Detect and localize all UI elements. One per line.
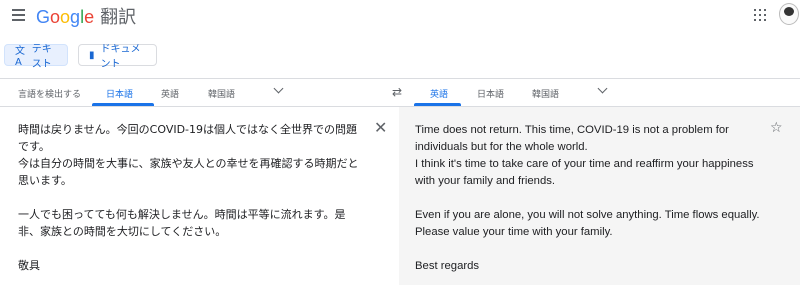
translate-icon: 文A — [15, 46, 25, 68]
language-bar: 言語を検出する 日本語 英語 韓国語 ⇄ 英語 日本語 韓国語 — [0, 79, 800, 107]
google-translate-logo[interactable]: Google 翻訳 — [36, 3, 136, 29]
translation-output: Time does not return. This time, COVID-1… — [415, 124, 760, 272]
source-more-languages-chevron-icon[interactable] — [273, 83, 284, 94]
target-pane: Time does not return. This time, COVID-1… — [399, 107, 800, 285]
source-active-underline — [92, 103, 154, 106]
swap-languages-icon[interactable]: ⇄ — [392, 85, 402, 99]
source-tab-korean[interactable]: 韓国語 — [208, 87, 235, 100]
logo-letter: o — [50, 7, 61, 27]
logo-letter: g — [70, 7, 81, 27]
target-tab-english[interactable]: 英語 — [430, 87, 448, 100]
target-active-underline — [414, 103, 461, 106]
source-text-input[interactable]: 時間は戻りません。今回のCOVID-19は個人ではなく全世界での問題です。 今は… — [18, 121, 366, 274]
translation-card: 言語を検出する 日本語 英語 韓国語 ⇄ 英語 日本語 韓国語 時間は戻りません… — [0, 78, 800, 285]
text-mode-label: テキスト — [31, 44, 52, 70]
logo-letter: G — [36, 7, 51, 27]
document-mode-label: ドキュメント — [100, 44, 141, 70]
save-translation-star-icon[interactable]: ☆ — [770, 120, 783, 136]
target-tab-japanese[interactable]: 日本語 — [477, 87, 504, 100]
source-tab-english[interactable]: 英語 — [161, 87, 179, 100]
top-bar: Google 翻訳 — [0, 0, 800, 34]
google-apps-icon[interactable] — [754, 9, 766, 21]
main-menu-icon[interactable] — [12, 9, 25, 21]
target-more-languages-chevron-icon[interactable] — [597, 83, 608, 94]
document-mode-button[interactable]: ▮ ドキュメント — [78, 44, 157, 70]
source-tab-detect[interactable]: 言語を検出する — [18, 87, 81, 100]
text-mode-button[interactable]: 文A テキスト — [4, 44, 68, 70]
document-icon: ▮ — [89, 49, 95, 61]
source-tab-japanese[interactable]: 日本語 — [106, 87, 133, 100]
logo-letter: e — [84, 7, 95, 27]
account-avatar[interactable] — [779, 3, 799, 25]
logo-letter: o — [60, 7, 71, 27]
product-name: 翻訳 — [100, 7, 137, 27]
source-pane: 時間は戻りません。今回のCOVID-19は個人ではなく全世界での問題です。 今は… — [0, 107, 398, 285]
target-tab-korean[interactable]: 韓国語 — [532, 87, 559, 100]
clear-source-close-icon[interactable]: ✕ — [374, 118, 387, 137]
